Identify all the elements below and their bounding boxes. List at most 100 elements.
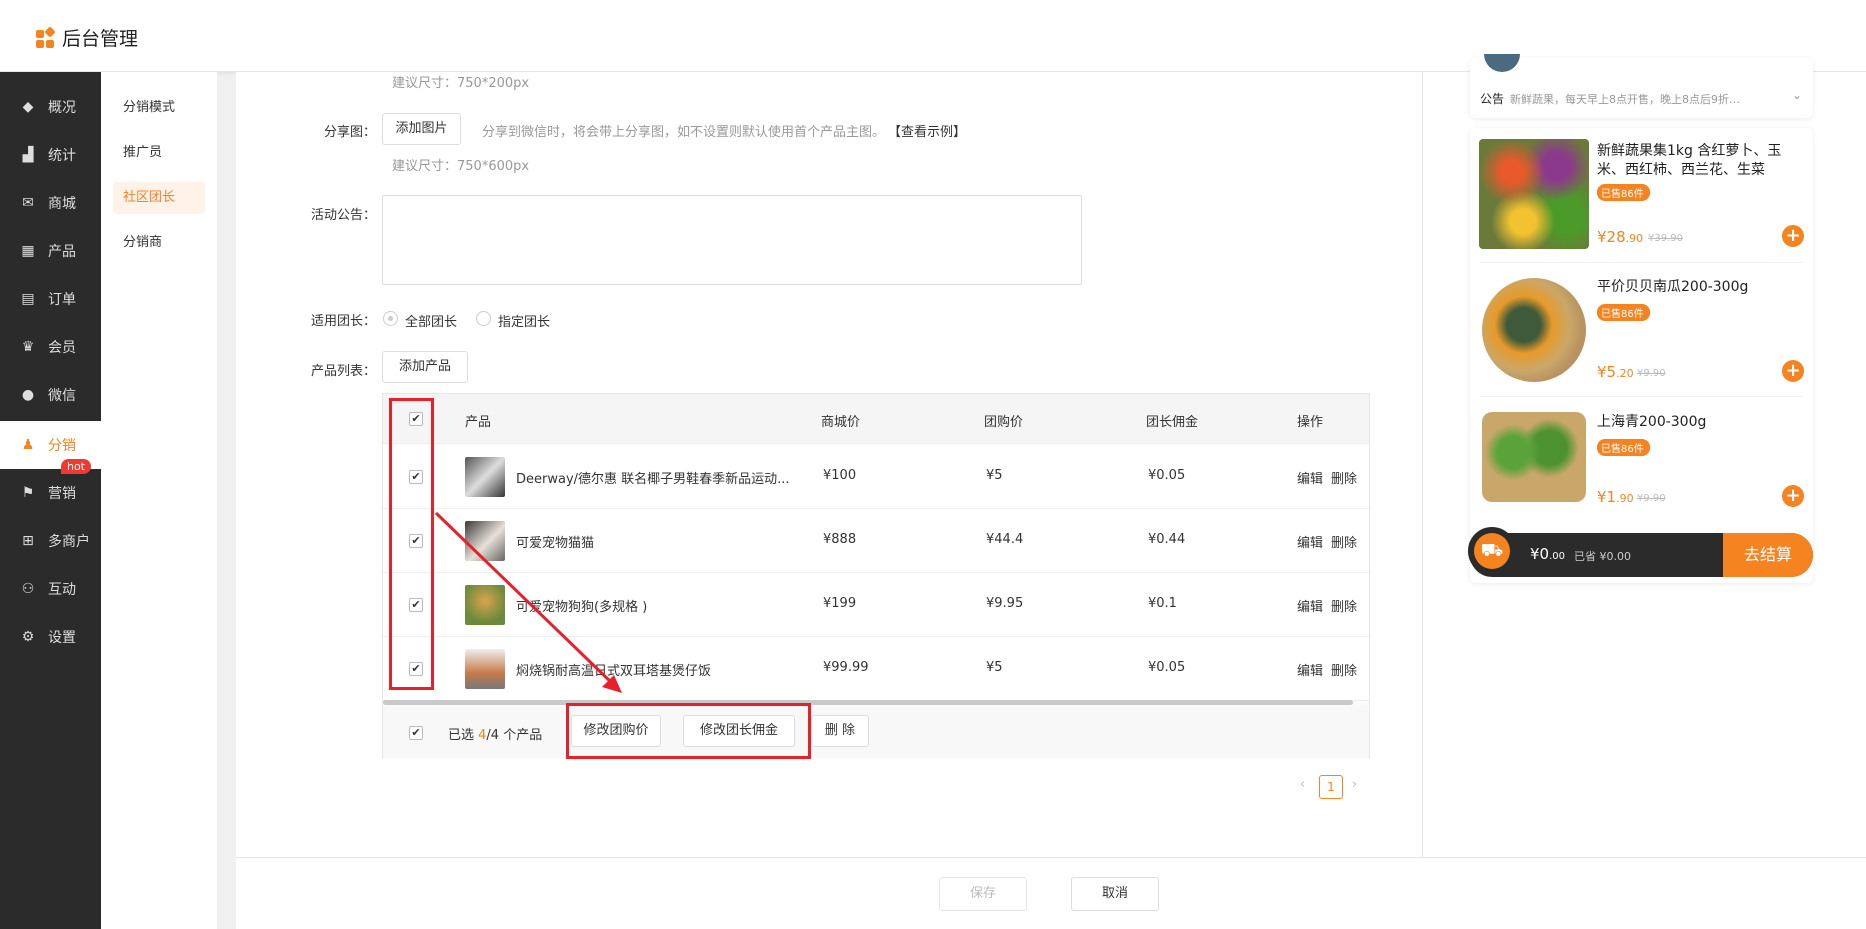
radio-specific-leaders-label: 指定团长 (498, 315, 551, 330)
annotation-checkbox-highlight (389, 398, 434, 690)
delete-link[interactable]: 删除 (1331, 660, 1357, 679)
app-title: 后台管理 (62, 28, 139, 50)
prev-page[interactable]: ‹ (1300, 777, 1305, 792)
sidebar-item-marketing[interactable]: ⚑ 营销 hot (0, 459, 101, 517)
save-button[interactable]: 保存 (939, 877, 1027, 911)
app-logo[interactable]: 后台管理 (36, 24, 138, 51)
subnav-community-leader[interactable]: 社区团长 (113, 182, 205, 214)
batch-delete-button[interactable]: 删 除 (811, 715, 869, 747)
sidebar-item-wechat[interactable]: ● 微信 (0, 371, 101, 419)
add-to-cart-icon[interactable]: + (1782, 485, 1804, 507)
edit-link[interactable]: 编辑 (1297, 532, 1323, 551)
logo-icon (36, 25, 56, 48)
mall-price: ¥888 (823, 532, 857, 547)
layers-icon: ◆ (22, 99, 34, 115)
form-actions-bar: 保存 取消 (236, 857, 1866, 929)
commission: ¥0.1 (1148, 596, 1177, 611)
size-hint-top: 建议尺寸：750*200px (392, 76, 530, 91)
add-to-cart-icon[interactable]: + (1782, 225, 1804, 247)
sidebar-item-interaction[interactable]: ⚇ 互动 (0, 565, 101, 613)
product-list-label: 产品列表： (310, 364, 376, 379)
clipboard-icon: ▤ (21, 291, 35, 307)
leader-label: 适用团长： (310, 314, 376, 329)
edit-link[interactable]: 编辑 (1297, 596, 1323, 615)
page-1[interactable]: 1 (1319, 775, 1343, 799)
commission: ¥0.44 (1148, 532, 1186, 547)
notice-text: 新鲜蔬果，每天早上8点开售，晚上8点后9折… (1510, 93, 1740, 106)
radio-all-leaders-label: 全部团长 (405, 315, 458, 330)
edit-link[interactable]: 编辑 (1297, 660, 1323, 679)
table-row: ✔ Deerway/德尔惠 联名椰子男鞋春季新品运动... ¥100 ¥5 ¥0… (383, 445, 1369, 509)
commission: ¥0.05 (1148, 660, 1186, 675)
share-image-label: 分享图： (323, 125, 376, 140)
col-group-price: 团购价 (984, 415, 1024, 430)
product-image (1482, 278, 1586, 382)
group-price: ¥44.4 (986, 532, 1024, 547)
delete-link[interactable]: 删除 (1331, 532, 1357, 551)
delete-link[interactable]: 删除 (1331, 596, 1357, 615)
next-page[interactable]: › (1352, 777, 1357, 792)
notice-label: 活动公告： (310, 208, 376, 223)
cart-icon[interactable]: ⛟ (1468, 527, 1516, 575)
subnav-distributors[interactable]: 分销商 (113, 227, 205, 259)
flag-icon: ⚑ (21, 485, 35, 501)
sidebar-item-mall[interactable]: ✉ 商城 (0, 179, 101, 227)
batch-action-bar: ✔ 已选 4/4 个产品 修改团购价 修改团长佣金 删 除 (383, 706, 1369, 758)
store-icon: ⊞ (22, 533, 34, 549)
commission: ¥0.05 (1148, 468, 1186, 483)
preview-price: ¥5.20 (1597, 363, 1634, 381)
cart-total: ¥0.00 (1530, 545, 1565, 563)
notice-textarea[interactable] (382, 195, 1082, 285)
sold-badge: 已售86件 (1597, 184, 1650, 201)
mall-price: ¥100 (823, 468, 857, 483)
delete-link[interactable]: 删除 (1331, 468, 1357, 487)
col-actions: 操作 (1297, 415, 1324, 430)
wechat-icon: ● (21, 387, 35, 403)
add-to-cart-icon[interactable]: + (1782, 360, 1804, 382)
sidebar-item-stats[interactable]: ▟ 统计 (0, 131, 101, 179)
checkout-button[interactable]: 去结算 (1723, 533, 1813, 577)
sold-badge: 已售86件 (1597, 439, 1650, 456)
size-hint-share: 建议尺寸：750*600px (392, 159, 530, 174)
preview-product-title: 平价贝贝南瓜200-300g (1597, 279, 1749, 295)
store-avatar (1484, 54, 1520, 72)
notice-card: 公告 新鲜蔬果，每天早上8点开售，晚上8点后9折… ⌄ (1470, 54, 1813, 118)
preview-price: ¥28.90 (1597, 228, 1644, 246)
hot-badge: hot (60, 459, 91, 474)
col-mall-price: 商城价 (821, 415, 861, 430)
subnav-distribution-mode[interactable]: 分销模式 (113, 92, 205, 124)
product-image (1479, 139, 1589, 249)
sold-badge: 已售86件 (1597, 304, 1650, 321)
sidebar-item-members[interactable]: ♛ 会员 (0, 323, 101, 371)
sidebar-item-settings[interactable]: ⚙ 设置 (0, 613, 101, 661)
add-product-button[interactable]: 添加产品 (382, 351, 468, 383)
cart-saved: 已省 ¥0.00 (1574, 550, 1631, 563)
radio-specific-leaders[interactable] (476, 311, 491, 326)
group-price: ¥5 (986, 468, 1003, 483)
people-icon: ⚇ (21, 581, 35, 597)
preview-old-price: ¥9.90 (1637, 368, 1666, 379)
selected-count-text: 已选 4/4 个产品 (448, 728, 543, 743)
sidebar-item-products[interactable]: ▦ 产品 (0, 227, 101, 275)
edit-link[interactable]: 编辑 (1297, 468, 1323, 487)
batch-select-checkbox[interactable]: ✔ (409, 726, 423, 740)
users-icon: ♟ (21, 437, 35, 453)
product-thumbnail (465, 457, 505, 497)
sidebar-item-multi-merchant[interactable]: ⊞ 多商户 (0, 517, 101, 565)
preview-product-title: 上海青200-300g (1597, 414, 1707, 430)
sidebar-item-overview[interactable]: ◆ 概况 (0, 83, 101, 131)
product-image (1482, 412, 1586, 502)
preview-product-list: 新鲜蔬果集1kg 含红萝卜、玉米、西红柿、西兰花、生菜 已售86件 ¥28.90… (1470, 128, 1813, 583)
sub-nav: 分销模式 推广员 社区团长 分销商 (101, 72, 217, 929)
add-image-button[interactable]: 添加图片 (382, 113, 461, 145)
annotation-arrow (434, 511, 622, 693)
cancel-button[interactable]: 取消 (1071, 877, 1159, 911)
subnav-promoters[interactable]: 推广员 (113, 137, 205, 169)
chart-icon: ▟ (22, 147, 34, 163)
sidebar-item-orders[interactable]: ▤ 订单 (0, 275, 101, 323)
notice-label-preview: 公告 (1480, 92, 1505, 106)
chevron-down-icon[interactable]: ⌄ (1792, 88, 1802, 102)
view-example-link[interactable]: 【查看示例】 (888, 121, 966, 140)
mall-price: ¥99.99 (823, 660, 869, 675)
radio-all-leaders[interactable] (383, 311, 398, 326)
